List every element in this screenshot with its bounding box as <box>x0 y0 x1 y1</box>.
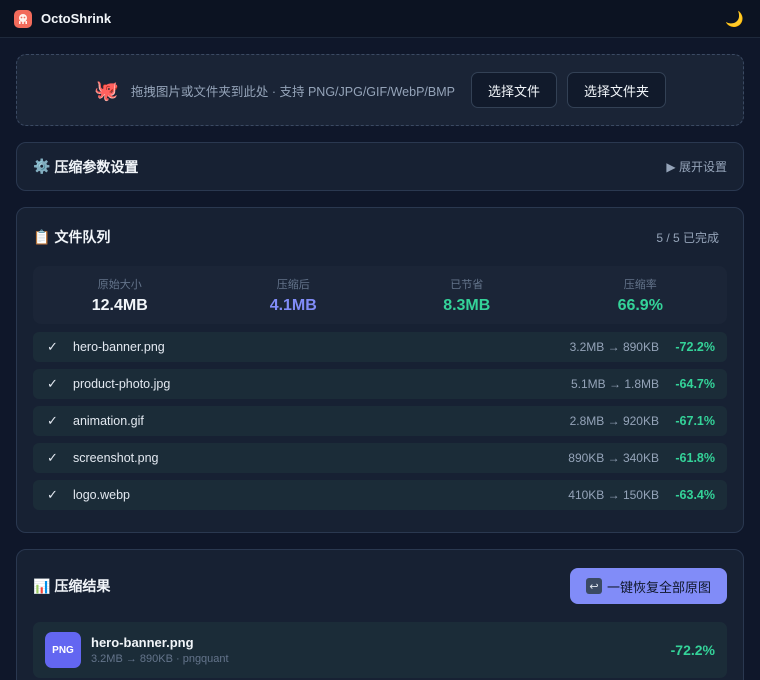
settings-panel[interactable]: ⚙️ 压缩参数设置 ▶ 展开设置 <box>16 142 744 191</box>
file-type-badge: PNG <box>45 632 81 668</box>
drop-zone-text: 拖拽图片或文件夹到此处 · 支持 PNG/JPG/GIF/WebP/BMP <box>130 84 455 99</box>
queue-count: 5 / 5 已完成 <box>656 230 719 245</box>
file-reduction: -72.2% <box>675 340 715 354</box>
file-name: hero-banner.png <box>73 340 165 354</box>
results-panel: 📊 压缩结果 ↩ 一键恢复全部原图 PNG hero-banner.png 3.… <box>16 549 744 680</box>
stat-label: 原始大小 <box>97 278 142 291</box>
file-reduction: -67.1% <box>675 414 715 428</box>
file-sizes: 410KB → 150KB <box>568 488 659 502</box>
file-name: animation.gif <box>73 414 144 428</box>
list-item[interactable]: ✓ animation.gif 2.8MB → 920KB -67.1% <box>33 406 727 436</box>
gear-icon: ⚙️ <box>33 158 51 174</box>
bar-chart-icon: 📊 <box>33 577 51 594</box>
file-reduction: -61.8% <box>675 451 715 465</box>
file-name: screenshot.png <box>73 451 159 465</box>
file-queue-panel: 📋 文件队列 5 / 5 已完成 原始大小 12.4MB 压缩后 4.1MB 已… <box>16 207 744 533</box>
list-item[interactable]: ✓ hero-banner.png 3.2MB → 890KB -72.2% <box>33 332 727 362</box>
result-item[interactable]: PNG hero-banner.png 3.2MB → 890KB · pngq… <box>33 622 727 678</box>
stat-value: 66.9% <box>617 296 663 314</box>
select-file-button[interactable]: 选择文件 <box>470 72 557 108</box>
results-title: 压缩结果 <box>54 578 111 594</box>
stat-value: 8.3MB <box>443 296 491 314</box>
clipboard-icon: 📋 <box>33 228 51 245</box>
result-file-name: hero-banner.png <box>91 635 194 650</box>
file-reduction: -64.7% <box>675 377 715 391</box>
app-logo-icon <box>14 9 32 28</box>
select-folder-button[interactable]: 选择文件夹 <box>567 72 667 108</box>
result-reduction: -72.2% <box>670 642 715 658</box>
stat-original-size: 原始大小 12.4MB <box>35 276 205 315</box>
file-sizes: 890KB → 340KB <box>568 451 659 465</box>
moon-icon[interactable]: 🌙 <box>725 10 744 28</box>
expand-settings-toggle[interactable]: ▶ 展开设置 <box>666 158 727 175</box>
check-icon: ✓ <box>47 487 58 502</box>
top-bar: OctoShrink 🌙 <box>0 0 760 38</box>
file-sizes: 5.1MB → 1.8MB <box>570 377 659 391</box>
list-item[interactable]: ✓ logo.webp 410KB → 150KB -63.4% <box>33 480 727 510</box>
check-icon: ✓ <box>47 450 58 465</box>
queue-title: 文件队列 <box>54 229 111 245</box>
stat-label: 压缩后 <box>276 278 310 291</box>
check-icon: ✓ <box>47 339 58 354</box>
check-icon: ✓ <box>47 413 58 428</box>
drop-zone[interactable]: 🐙 拖拽图片或文件夹到此处 · 支持 PNG/JPG/GIF/WebP/BMP … <box>16 54 744 126</box>
file-reduction: -63.4% <box>675 488 715 502</box>
app-title: OctoShrink <box>41 11 112 26</box>
stat-label: 压缩率 <box>623 278 657 291</box>
list-item[interactable]: ✓ screenshot.png 890KB → 340KB -61.8% <box>33 443 727 473</box>
file-sizes: 3.2MB → 890KB <box>569 340 659 354</box>
octopus-icon: 🐙 <box>93 79 119 102</box>
stat-compressed-size: 压缩后 4.1MB <box>208 276 378 315</box>
check-icon: ✓ <box>47 376 58 391</box>
restore-all-button[interactable]: ↩ 一键恢复全部原图 <box>569 568 727 604</box>
stat-value: 4.1MB <box>269 296 317 314</box>
stat-label: 已节省 <box>450 278 484 291</box>
list-item[interactable]: ✓ product-photo.jpg 5.1MB → 1.8MB -64.7% <box>33 369 727 399</box>
stat-saved: 已节省 8.3MB <box>382 276 552 315</box>
file-name: logo.webp <box>73 488 130 502</box>
file-name: product-photo.jpg <box>73 377 171 391</box>
file-sizes: 2.8MB → 920KB <box>569 414 659 428</box>
undo-icon: ↩ <box>585 578 602 594</box>
result-meta: 3.2MB → 890KB · pngquant <box>91 653 229 665</box>
file-list: ✓ hero-banner.png 3.2MB → 890KB -72.2% ✓… <box>33 332 727 510</box>
stat-value: 12.4MB <box>91 296 148 314</box>
restore-all-label: 一键恢复全部原图 <box>606 579 711 595</box>
stats-summary: 原始大小 12.4MB 压缩后 4.1MB 已节省 8.3MB 压缩率 66.9… <box>33 266 727 324</box>
stat-ratio: 压缩率 66.9% <box>555 276 725 315</box>
settings-title: 压缩参数设置 <box>54 158 139 175</box>
